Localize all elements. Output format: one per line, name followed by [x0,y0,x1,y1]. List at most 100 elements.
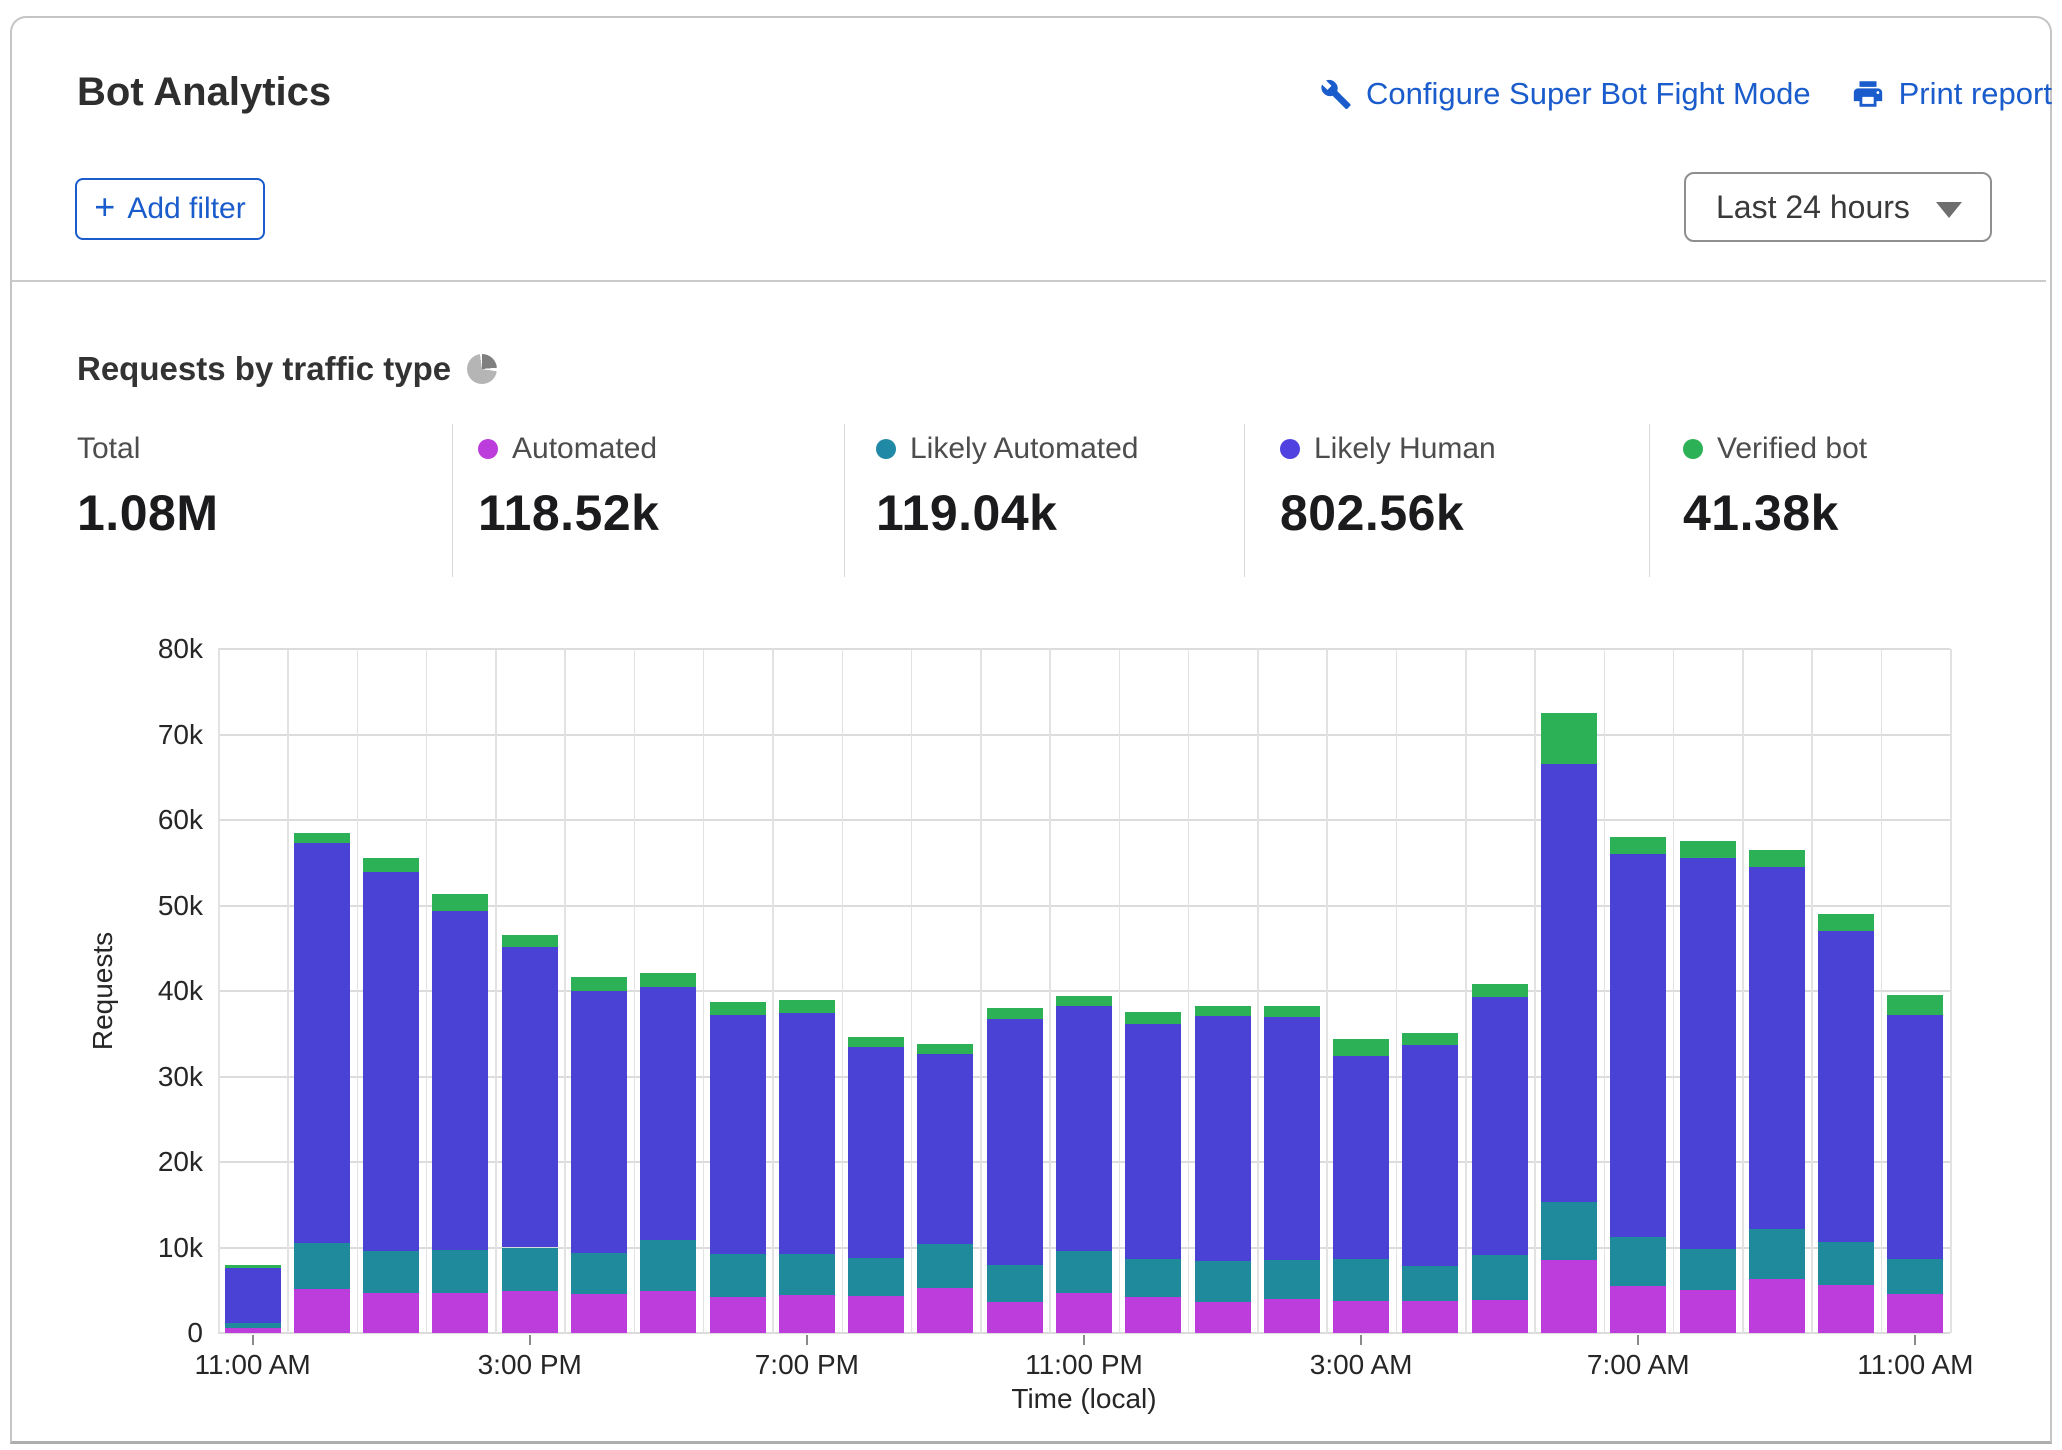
segment-likely-automated [571,1253,628,1294]
y-tick-label: 80k [157,633,203,664]
gridline-v [910,649,913,1333]
segment-automated [1748,1279,1805,1333]
x-tick-mark [1360,1335,1363,1345]
legend-dot [876,439,896,459]
wrench-icon [1318,77,1352,111]
segment-automated [1471,1299,1528,1333]
section-heading-label: Requests by traffic type [77,350,452,387]
x-tick-label: 11:00 AM [1857,1349,1974,1380]
bar-200pm [432,894,489,1333]
segment-likely-human [571,991,628,1254]
bar-100am [1194,1005,1251,1333]
x-tick-mark [528,1335,531,1345]
bar-1200pm [293,832,350,1333]
y-tick-label: 50k [157,889,203,921]
segment-likely-automated [1471,1255,1528,1300]
segment-verified-bot [1125,1012,1182,1025]
x-tick-label: 7:00 PM [754,1349,860,1380]
pie-chart-icon [467,354,498,384]
gridline-v [1118,649,1121,1333]
segment-verified-bot [1610,837,1667,855]
stat-label: Likely Human [1314,432,1496,465]
y-tick-label: 30k [157,1060,203,1092]
stat-value: 118.52k [478,485,660,541]
gridline-v [287,649,289,1333]
gridline-h [218,733,1950,736]
segment-likely-automated [1333,1258,1390,1301]
stat-label: Verified bot [1717,432,1868,465]
segment-verified-bot [501,934,558,947]
bar-100pm [363,857,420,1333]
segment-likely-human [1748,867,1805,1229]
segment-verified-bot [1818,914,1875,932]
bar-1100pm [1056,996,1112,1333]
stat-total: Total 1.08M [77,432,218,542]
bar-600am [1540,713,1597,1333]
y-tick-label: 60k [157,804,203,835]
segment-likely-automated [432,1250,489,1293]
x-tick-mark [1083,1335,1085,1345]
add-filter-button[interactable]: + Add filter [75,178,265,240]
header-links: Configure Super Bot Fight Mode Print rep… [1318,72,2052,116]
bar-300am [1333,1038,1390,1333]
segment-likely-automated [778,1254,835,1295]
segment-verified-bot [640,973,697,987]
stat-divider [1649,424,1650,577]
stat-likely-human: Likely Human 802.56k [1280,432,1496,542]
configure-super-bot-fight-mode-link[interactable]: Configure Super Bot Fight Mode [1318,76,1811,112]
bar-1000am [1818,914,1875,1333]
print-report-link[interactable]: Print report [1851,76,2052,112]
segment-likely-automated [1610,1237,1667,1286]
bar-600pm [709,1002,766,1333]
segment-automated [1818,1285,1875,1333]
segment-verified-bot [986,1008,1043,1020]
time-range-select[interactable]: Last 24 hours [1684,172,1992,242]
segment-automated [224,1327,281,1333]
gridline-v [772,649,774,1333]
segment-verified-bot [848,1037,905,1048]
segment-likely-automated [848,1257,905,1297]
stat-label: Automated [512,432,658,465]
legend-dot [1280,439,1300,459]
time-range-value: Last 24 hours [1716,188,1910,225]
gridline-v [1742,649,1744,1333]
segment-automated [848,1296,905,1333]
gridline-v [425,649,428,1333]
y-tick-label: 0 [187,1317,203,1348]
segment-automated [986,1302,1043,1333]
segment-verified-bot [778,1000,835,1014]
segment-likely-automated [1402,1266,1459,1302]
segment-likely-human [848,1047,905,1258]
segment-likely-automated [1540,1202,1597,1261]
gridline-v [1326,649,1328,1333]
segment-verified-bot [1402,1032,1459,1045]
x-tick-label: 7:00 AM [1586,1349,1690,1380]
segment-likely-automated [640,1239,697,1292]
x-tick-label: 11:00 AM [194,1349,311,1380]
bar-800pm [848,1037,905,1333]
segment-verified-bot [224,1264,281,1269]
segment-automated [1887,1293,1944,1333]
segment-likely-human [224,1268,281,1323]
segment-automated [709,1297,766,1333]
bar-900pm [917,1044,974,1333]
segment-likely-automated [501,1247,558,1292]
x-tick-label: 11:00 PM [1025,1349,1143,1380]
stat-value: 1.08M [77,485,219,541]
bar-700am [1610,837,1667,1333]
y-tick-label: 10k [157,1231,203,1263]
gridline-v [1257,649,1259,1333]
gridline-v [702,649,705,1333]
gridline-v [980,649,982,1333]
gridline-v [1049,649,1051,1333]
legend-dot [478,439,498,459]
segment-automated [571,1293,628,1333]
segment-likely-automated [709,1254,766,1298]
y-axis-title: Requests [87,931,118,1051]
x-tick-label: 3:00 AM [1309,1349,1413,1380]
segment-automated [1402,1301,1459,1333]
segment-automated [1540,1260,1597,1333]
plus-icon: + [94,186,116,227]
gridline-h [218,819,1950,821]
x-tick-mark [1637,1335,1640,1345]
